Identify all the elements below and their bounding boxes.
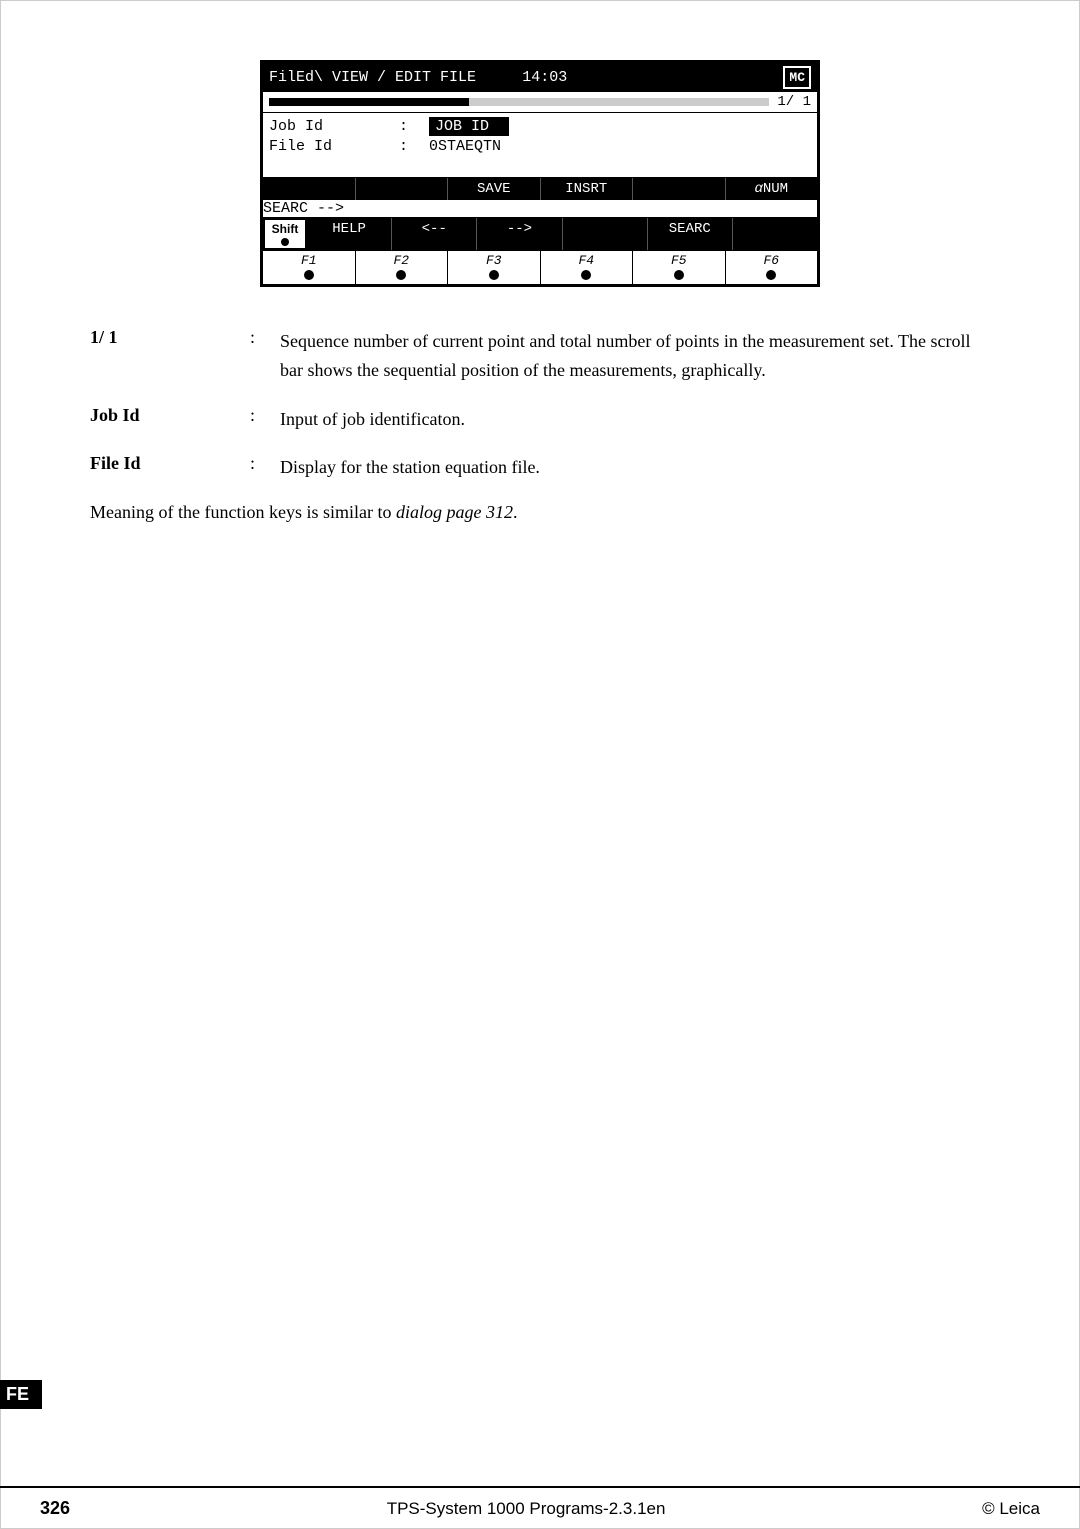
fkey-f5-label: F5 [671,253,687,268]
fn2-searc[interactable]: SEARC [648,218,733,250]
progress-bar-track [269,98,769,106]
job-id-label: Job Id [269,118,399,135]
fkey-f1[interactable]: F1 [263,251,356,284]
fn1-alphanum[interactable]: αNUM [726,178,818,200]
shift-text: Shift [272,222,299,236]
fn2-key-4 [563,218,648,250]
fkey-f5[interactable]: F5 [633,251,726,284]
job-id-value: JOB ID [429,117,509,136]
file-id-colon: : [399,138,429,155]
fkey-f3-dot [489,270,499,280]
screen-time: 14:03 [522,69,775,86]
fkey-f1-dot [304,270,314,280]
fkey-f3-label: F3 [486,253,502,268]
fkey-f6-label: F6 [763,253,779,268]
progress-page: 1/ 1 [777,94,811,110]
fn2-back[interactable]: <-- [392,218,477,250]
job-id-row: Job Id : JOB ID [269,117,811,136]
progress-bar-fill [269,98,469,106]
fkey-f5-dot [674,270,684,280]
screen-data-area: Job Id : JOB ID File Id : 0STAEQTN [263,113,817,161]
screen-spacer [263,161,817,177]
fkey-f2-label: F2 [393,253,409,268]
footer: 326 TPS-System 1000 Programs-2.3.1en © L… [0,1486,1080,1529]
fkey-f6[interactable]: F6 [726,251,818,284]
fn1-save[interactable]: SAVE [448,178,541,200]
fn2-forward[interactable]: --> [477,218,562,250]
screen-progress-row: 1/ 1 [263,92,817,113]
shift-button[interactable]: Shift [263,218,307,250]
screen-display: FilEd\ VIEW / EDIT FILE 14:03 MC 1/ 1 Jo… [260,60,820,287]
fkey-f1-label: F1 [301,253,317,268]
file-id-row: File Id : 0STAEQTN [269,138,811,155]
fkey-f2[interactable]: F2 [356,251,449,284]
fkey-f4[interactable]: F4 [541,251,634,284]
fkey-f3[interactable]: F3 [448,251,541,284]
footer-title: TPS-System 1000 Programs-2.3.1en [387,1499,666,1519]
shift-row-wrapper: Shift HELP <-- --> SEARC [263,217,817,250]
file-id-value: 0STAEQTN [429,138,501,155]
fkey-row: F1 F2 F3 F4 F5 [263,250,817,284]
shift-fn-row: HELP <-- --> SEARC [307,218,817,250]
fkey-f4-label: F4 [578,253,594,268]
fn2-key-6 [733,218,817,250]
shift-dot [281,238,289,246]
fkey-f2-dot [396,270,406,280]
fkey-f6-dot [766,270,776,280]
screen-titlebar: FilEd\ VIEW / EDIT FILE 14:03 MC [263,63,817,92]
fn-row-1: SAVE INSRT αNUM [263,177,817,200]
fn1-key-1 [263,178,356,200]
fkey-f4-dot [581,270,591,280]
fn1-key-2 [356,178,449,200]
job-id-colon: : [399,118,429,135]
footer-copyright: © Leica [982,1499,1040,1519]
screen-title-text: FilEd\ VIEW / EDIT FILE [269,69,522,86]
fn1-insrt[interactable]: INSRT [541,178,634,200]
fn2-help[interactable]: HELP [307,218,392,250]
file-id-label: File Id [269,138,399,155]
fe-label: FE [0,1380,42,1409]
mc-badge: MC [783,66,811,89]
footer-page-number: 326 [40,1498,70,1519]
fn1-key-5 [633,178,726,200]
